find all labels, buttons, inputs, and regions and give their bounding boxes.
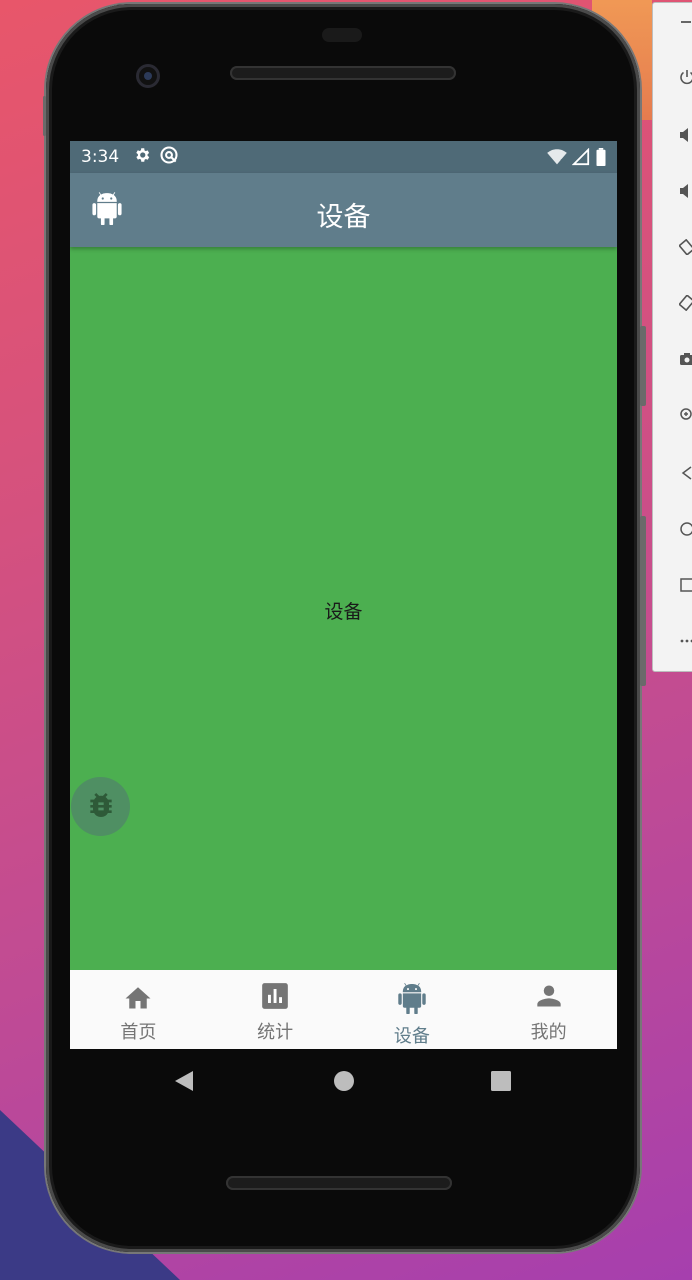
power-icon[interactable] [679, 69, 692, 85]
zoom-icon[interactable] [679, 407, 692, 423]
volume-button [640, 516, 646, 686]
home-circle-icon[interactable] [333, 1070, 355, 1096]
volume-down-icon[interactable] [679, 183, 692, 199]
phone-screen: 3:34 设备 设备 首页 统计 设备 我的 [70, 141, 617, 1049]
nav-label-me: 我的 [530, 1022, 567, 1043]
volume-up-icon[interactable] [679, 127, 692, 143]
battery-icon [595, 148, 607, 171]
rotate-left-icon[interactable] [678, 238, 692, 256]
nav-item-me[interactable]: 我的 [480, 970, 617, 1049]
home-icon[interactable] [679, 521, 692, 537]
home-icon [123, 982, 153, 1015]
earpiece-speaker [230, 66, 456, 80]
system-nav-bar [70, 1049, 617, 1113]
bottom-speaker [226, 1176, 452, 1190]
nav-label-stats: 统计 [257, 1022, 294, 1043]
status-time: 3:34 [81, 147, 120, 167]
android-icon [398, 982, 426, 1019]
recents-icon[interactable] [491, 1071, 511, 1095]
more-icon[interactable] [679, 633, 692, 649]
debug-fab[interactable] [71, 777, 130, 836]
nav-item-stats[interactable]: 统计 [207, 970, 344, 1049]
gear-icon [133, 146, 151, 169]
page-title: 设备 [316, 202, 371, 233]
front-camera [136, 64, 160, 88]
signal-icon [571, 147, 590, 171]
rotate-right-icon[interactable] [678, 294, 692, 312]
emulator-toolbar [652, 2, 692, 672]
person-icon [535, 982, 563, 1015]
nav-item-home[interactable]: 首页 [70, 970, 207, 1049]
app-bar: 设备 [70, 173, 617, 247]
bottom-nav: 首页 统计 设备 我的 [70, 970, 617, 1049]
overview-icon[interactable] [679, 577, 692, 593]
nav-label-home: 首页 [120, 1022, 157, 1043]
camera-icon[interactable] [679, 351, 692, 367]
back-icon[interactable] [679, 465, 692, 481]
top-slot [322, 28, 362, 42]
chart-icon [261, 982, 289, 1015]
nav-item-device[interactable]: 设备 [344, 970, 481, 1049]
nav-label-device: 设备 [393, 1026, 430, 1047]
minimize-icon[interactable] [681, 21, 691, 23]
wifi-off-icon [547, 148, 567, 171]
side-button [43, 96, 46, 136]
back-icon[interactable] [173, 1069, 195, 1097]
power-button [640, 326, 646, 406]
sync-icon [159, 145, 179, 170]
status-bar: 3:34 [70, 141, 617, 173]
bug-icon [85, 789, 117, 825]
content-text: 设备 [324, 601, 363, 623]
